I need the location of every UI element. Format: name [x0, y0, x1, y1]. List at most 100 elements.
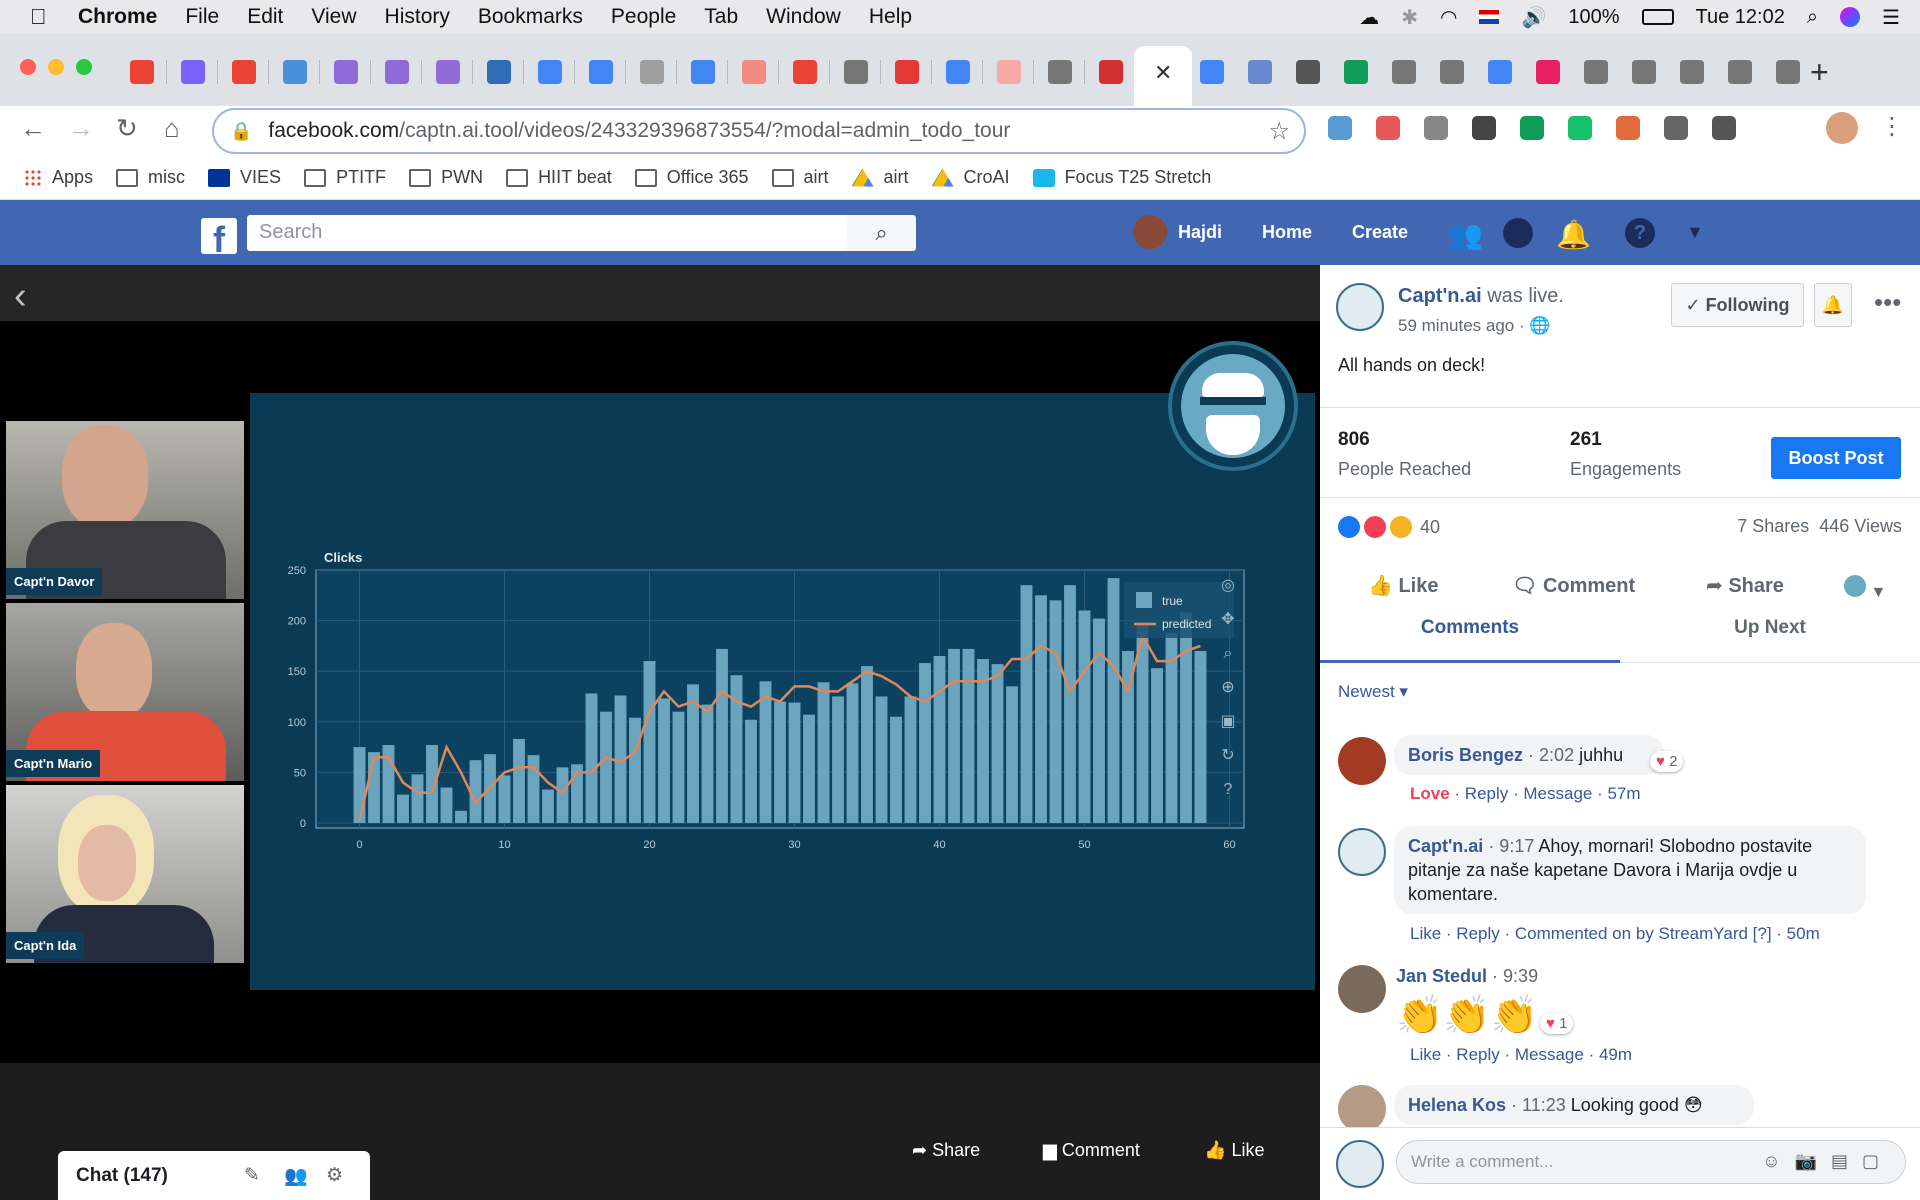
tab-favicon-icon[interactable] [1584, 60, 1608, 84]
reaction-icons[interactable]: 40 [1338, 516, 1440, 538]
sort-dropdown[interactable]: Newest ▾ [1338, 682, 1408, 702]
page-name-link[interactable]: Capt'n.ai [1398, 285, 1482, 307]
bookmark-croai[interactable]: CroAI [931, 167, 1010, 188]
clock[interactable]: Tue 12:02 [1696, 6, 1785, 29]
reload-icon[interactable]: ↻ [116, 113, 138, 144]
notify-bell-button[interactable]: 🔔 [1814, 283, 1852, 327]
bookmark-hiit[interactable]: HIIT beat [506, 167, 612, 188]
page-voice-selector[interactable]: ▼ [1844, 575, 1886, 602]
menu-bookmarks[interactable]: Bookmarks [478, 5, 583, 29]
create-link[interactable]: Create [1352, 222, 1408, 243]
comment-actions[interactable]: · Reply · Message · 57m [1454, 784, 1640, 803]
comment-button[interactable]: 🗨 Comment [1512, 573, 1635, 598]
battery-text[interactable]: 100% [1568, 6, 1619, 29]
extension-icon[interactable] [1568, 116, 1592, 140]
tab-favicon-icon[interactable] [1392, 60, 1416, 84]
comment-time[interactable]: · 9:39 [1492, 966, 1538, 986]
chat-settings-icon[interactable]: ⚙ [326, 1164, 343, 1187]
bookmark-pwn[interactable]: PWN [409, 167, 483, 188]
profile-avatar[interactable] [1826, 112, 1858, 144]
help-icon[interactable]: ? [1218, 773, 1238, 807]
tab-favicon-icon[interactable] [844, 60, 868, 84]
menu-app[interactable]: Chrome [78, 5, 157, 29]
flag-icon[interactable] [1479, 10, 1500, 24]
url-text[interactable]: facebook.com/captn.ai.tool/videos/243329… [268, 119, 1010, 143]
tab-up-next[interactable]: Up Next [1620, 617, 1920, 663]
siri-icon[interactable] [1840, 7, 1861, 27]
tab-favicon-icon[interactable] [1632, 60, 1656, 84]
menu-edit[interactable]: Edit [247, 5, 283, 29]
tab-favicon-icon[interactable] [1296, 60, 1320, 84]
zoom-icon[interactable]: ⌕ [1218, 637, 1238, 671]
search-input[interactable]: Search [247, 215, 847, 251]
page-avatar[interactable] [1336, 283, 1384, 331]
sticker-icon[interactable]: ▢ [1862, 1151, 1893, 1171]
bookmark-office[interactable]: Office 365 [634, 167, 749, 188]
page-avatar[interactable] [1336, 1140, 1384, 1188]
minimize-window-button[interactable] [48, 59, 64, 75]
video-like-button[interactable]: 👍 Like [1204, 1140, 1264, 1161]
menu-help[interactable]: Help [869, 5, 912, 29]
comment-author[interactable]: Jan Stedul [1396, 966, 1487, 986]
comment-time[interactable]: · 9:17 [1488, 836, 1534, 856]
bookmark-ptitf[interactable]: PTITF [304, 167, 386, 188]
comment-author[interactable]: Boris Bengez [1408, 745, 1523, 765]
new-tab-icon[interactable]: + [1810, 54, 1829, 91]
maximize-window-button[interactable] [76, 59, 92, 75]
comment-actions[interactable]: Like · Reply · Message · 49m [1410, 1045, 1632, 1065]
tab-favicon-icon[interactable] [1536, 60, 1560, 84]
menu-people[interactable]: People [611, 5, 676, 29]
bookmark-misc[interactable]: misc [116, 167, 185, 188]
tab-favicon-icon[interactable] [1776, 60, 1800, 84]
extension-icon[interactable] [1664, 116, 1688, 140]
tab-active[interactable]: ✕ [1134, 46, 1192, 106]
views-count[interactable]: 446 Views [1819, 516, 1902, 536]
tab-favicon-icon[interactable] [1048, 60, 1072, 84]
comment-author[interactable]: Helena Kos [1408, 1095, 1506, 1115]
bluetooth-icon[interactable]: ✱ [1401, 5, 1418, 30]
comment-reactions[interactable]: ♥ 2 [1650, 751, 1684, 772]
tab-favicon-icon[interactable] [334, 60, 358, 84]
friends-icon[interactable]: 👥 [1448, 218, 1483, 251]
tab-favicon-icon[interactable] [538, 60, 562, 84]
tab-favicon-icon[interactable] [1099, 60, 1123, 84]
comment-author[interactable]: Capt'n.ai [1408, 836, 1483, 856]
boost-post-button[interactable]: Boost Post [1771, 437, 1901, 479]
tab-favicon-icon[interactable] [691, 60, 715, 84]
comment-time[interactable]: · 2:02 [1528, 745, 1574, 765]
shares-count[interactable]: 7 Shares [1737, 516, 1809, 536]
bookmark-apps[interactable]: Apps [24, 167, 93, 188]
facebook-logo-icon[interactable]: f [201, 218, 237, 254]
bookmark-airt-drive[interactable]: airt [851, 167, 909, 188]
like-button[interactable]: 👍 Like [1368, 573, 1439, 598]
tab-favicon-icon[interactable] [1344, 60, 1368, 84]
forward-icon[interactable]: → [68, 113, 94, 144]
bokeh-logo-icon[interactable]: ◎ [1218, 569, 1238, 603]
bookmark-airt-folder[interactable]: airt [771, 167, 829, 188]
commenter-avatar[interactable] [1338, 1085, 1386, 1133]
account-dropdown-icon[interactable]: ▼ [1686, 222, 1704, 243]
bookmark-focus[interactable]: Focus T25 Stretch [1032, 167, 1211, 188]
battery-icon[interactable] [1641, 9, 1674, 25]
commenter-avatar[interactable] [1338, 737, 1386, 785]
video-share-button[interactable]: ➦ Share [912, 1140, 980, 1161]
extension-icon[interactable] [1328, 116, 1352, 140]
shares-views[interactable]: 7 Shares 446 Views [1737, 516, 1902, 537]
lock-icon[interactable]: 🔒 [230, 121, 252, 142]
tab-favicon-icon[interactable] [1248, 60, 1272, 84]
messenger-icon[interactable] [1503, 218, 1533, 248]
menu-window[interactable]: Window [766, 5, 841, 29]
cloud-icon[interactable]: ☁ [1359, 5, 1379, 30]
close-tab-icon[interactable]: ✕ [1154, 60, 1172, 86]
extension-icon[interactable] [1616, 116, 1640, 140]
commenter-avatar[interactable] [1338, 965, 1386, 1013]
group-chat-icon[interactable]: 👥 [284, 1164, 308, 1188]
volume-icon[interactable]: 🔊 [1521, 5, 1546, 30]
user-avatar[interactable] [1133, 215, 1167, 249]
menu-file[interactable]: File [185, 5, 219, 29]
pan-icon[interactable]: ✥ [1218, 603, 1238, 637]
tab-favicon-icon[interactable] [487, 60, 511, 84]
tab-favicon-icon[interactable] [589, 60, 613, 84]
tab-favicon-icon[interactable] [742, 60, 766, 84]
search-icon[interactable]: ⌕ [1807, 6, 1818, 29]
